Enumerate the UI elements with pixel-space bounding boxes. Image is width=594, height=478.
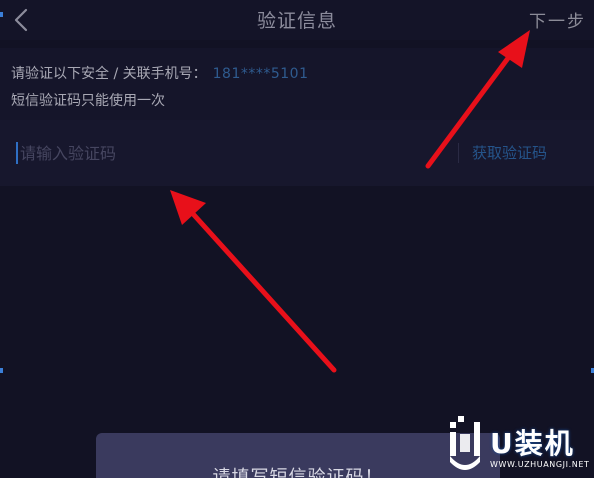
next-step-button[interactable]: 下一步 <box>529 7 586 32</box>
watermark-url: WWW.UZHUANGJI.NET <box>490 460 590 469</box>
verification-code-input[interactable] <box>14 138 440 168</box>
input-divider <box>458 143 459 163</box>
watermark-brand: U装机 <box>490 427 575 460</box>
site-watermark: U装机 WWW.UZHUANGJI.NET <box>444 404 594 478</box>
toast-message: 请填写短信验证码！ <box>96 433 500 478</box>
masked-phone-number: 181****5101 <box>212 66 309 82</box>
code-input-row: 获取验证码 <box>0 120 594 186</box>
u-logo-icon <box>450 416 480 470</box>
toast-text: 请填写短信验证码！ <box>212 467 384 478</box>
arrow-to-code-input <box>182 202 337 373</box>
get-code-button[interactable]: 获取验证码 <box>472 142 547 163</box>
arrow-head-input <box>170 190 206 225</box>
phone-info-label: 请验证以下安全 / 关联手机号： <box>11 66 207 82</box>
edge-marker <box>0 368 3 373</box>
top-bar: 验证信息 下一步 <box>0 0 594 40</box>
phone-info-line: 请验证以下安全 / 关联手机号： 181****5101 <box>11 63 308 83</box>
text-cursor <box>16 142 18 164</box>
edge-marker <box>0 12 3 17</box>
sms-usage-note: 短信验证码只能使用一次 <box>11 93 165 109</box>
page-title: 验证信息 <box>256 10 337 32</box>
verification-page: 验证信息 下一步 请验证以下安全 / 关联手机号： 181****5101 短信验… <box>0 0 594 478</box>
verification-info: 请验证以下安全 / 关联手机号： 181****5101 短信验证码只能使用一次 <box>0 48 594 120</box>
